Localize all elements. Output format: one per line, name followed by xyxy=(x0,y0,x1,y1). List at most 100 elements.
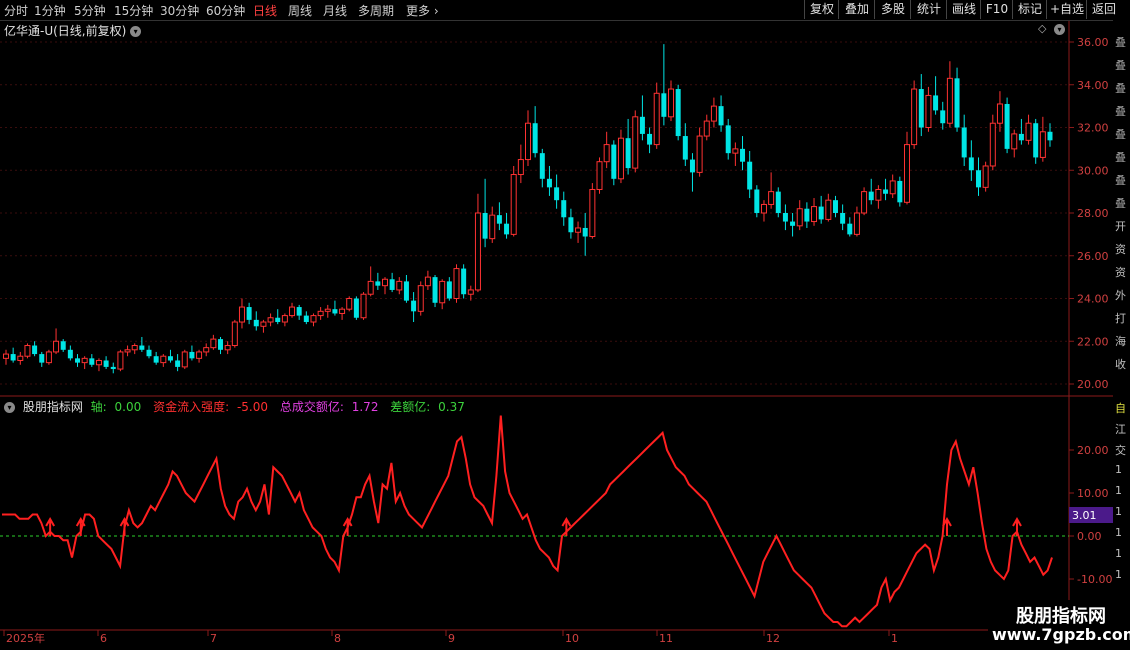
candle[interactable] xyxy=(10,347,16,363)
candle[interactable] xyxy=(1047,123,1053,147)
candle[interactable] xyxy=(668,80,675,122)
candle[interactable] xyxy=(847,217,853,237)
candle[interactable] xyxy=(510,165,517,237)
candle[interactable] xyxy=(796,200,803,231)
candle[interactable] xyxy=(45,349,52,365)
tf-tick[interactable]: 分时 xyxy=(4,2,28,19)
candle[interactable] xyxy=(275,309,281,325)
candle[interactable] xyxy=(911,80,918,149)
candle[interactable] xyxy=(782,204,788,231)
candle[interactable] xyxy=(417,281,424,316)
candle[interactable] xyxy=(747,151,753,199)
candle[interactable] xyxy=(375,272,381,290)
candle[interactable] xyxy=(940,101,946,130)
candle[interactable] xyxy=(696,127,703,177)
candle[interactable] xyxy=(181,349,188,370)
candle[interactable] xyxy=(1004,97,1010,154)
chevron-down-icon[interactable]: ▾ xyxy=(130,26,142,37)
candle[interactable] xyxy=(561,191,567,226)
candle[interactable] xyxy=(568,208,574,239)
candle[interactable] xyxy=(632,110,639,173)
candle[interactable] xyxy=(353,296,359,320)
candle[interactable] xyxy=(975,157,981,196)
candle[interactable] xyxy=(67,345,73,361)
candle[interactable] xyxy=(110,362,116,374)
candle[interactable] xyxy=(253,311,259,331)
candle[interactable] xyxy=(725,118,731,160)
candle[interactable] xyxy=(360,292,367,320)
candle[interactable] xyxy=(95,358,102,372)
candle[interactable] xyxy=(760,200,767,222)
multi-stock-button[interactable]: 多股 xyxy=(874,0,911,19)
candle[interactable] xyxy=(146,345,152,359)
candle[interactable] xyxy=(153,351,159,365)
candle[interactable] xyxy=(732,142,739,166)
candle[interactable] xyxy=(324,304,331,318)
candle[interactable] xyxy=(596,157,603,194)
tf-60min[interactable]: 60分钟 xyxy=(206,2,245,19)
back-button[interactable]: 返回 xyxy=(1086,0,1121,19)
candle[interactable] xyxy=(160,354,167,367)
candle[interactable] xyxy=(840,204,846,231)
candle[interactable] xyxy=(231,319,238,348)
candle[interactable] xyxy=(639,95,645,141)
candle[interactable] xyxy=(768,172,775,209)
candle[interactable] xyxy=(75,354,81,367)
candle[interactable] xyxy=(603,131,610,169)
candle[interactable] xyxy=(203,343,210,357)
stats-button[interactable]: 统计 xyxy=(910,0,947,19)
candle[interactable] xyxy=(682,123,688,166)
candle[interactable] xyxy=(81,356,88,370)
tf-more[interactable]: 更多 › xyxy=(406,2,439,19)
candle[interactable] xyxy=(804,202,810,228)
indicator-menu-icon[interactable]: ▾ xyxy=(4,402,15,413)
candle[interactable] xyxy=(897,176,903,207)
candle[interactable] xyxy=(946,61,953,128)
candle[interactable] xyxy=(933,76,939,115)
candle[interactable] xyxy=(996,91,1003,132)
draw-button[interactable]: 画线 xyxy=(946,0,981,19)
candle[interactable] xyxy=(582,213,588,256)
candle[interactable] xyxy=(718,95,724,132)
candle[interactable] xyxy=(332,300,338,316)
tf-15min[interactable]: 15分钟 xyxy=(114,2,153,19)
candle[interactable] xyxy=(517,144,524,184)
candle[interactable] xyxy=(432,274,438,308)
candle[interactable] xyxy=(989,114,996,171)
candle[interactable] xyxy=(868,178,874,205)
settings-circle-icon[interactable]: ▾ xyxy=(1054,24,1065,35)
candle[interactable] xyxy=(889,174,896,199)
candle[interactable] xyxy=(489,206,496,243)
candle[interactable] xyxy=(310,313,317,327)
candle[interactable] xyxy=(167,349,173,363)
candle[interactable] xyxy=(954,67,960,132)
candlestick-series[interactable] xyxy=(3,44,1053,374)
candle[interactable] xyxy=(982,161,989,192)
tf-multi[interactable]: 多周期 xyxy=(358,2,394,19)
candle[interactable] xyxy=(961,114,967,166)
candle[interactable] xyxy=(1018,118,1024,145)
tf-daily[interactable]: 日线 xyxy=(253,2,277,19)
candle[interactable] xyxy=(17,351,24,365)
candle[interactable] xyxy=(411,292,417,323)
candle[interactable] xyxy=(875,185,882,209)
tf-monthly[interactable]: 月线 xyxy=(323,2,347,19)
candle[interactable] xyxy=(89,354,95,367)
tf-30min[interactable]: 30分钟 xyxy=(160,2,199,19)
flow-strength-line[interactable] xyxy=(2,415,1053,628)
candle[interactable] xyxy=(317,307,324,320)
candle[interactable] xyxy=(861,187,868,216)
candle[interactable] xyxy=(175,354,181,372)
candle[interactable] xyxy=(903,131,910,205)
candle[interactable] xyxy=(740,136,746,171)
tf-1min[interactable]: 1分钟 xyxy=(34,2,66,19)
candle[interactable] xyxy=(439,279,446,310)
candle[interactable] xyxy=(1011,129,1018,158)
candle[interactable] xyxy=(281,313,288,327)
candle[interactable] xyxy=(539,148,545,188)
candle[interactable] xyxy=(117,349,124,372)
adjust-button[interactable]: 复权 xyxy=(804,0,839,19)
candle[interactable] xyxy=(617,129,624,184)
candle[interactable] xyxy=(210,334,217,350)
candle[interactable] xyxy=(474,193,481,293)
